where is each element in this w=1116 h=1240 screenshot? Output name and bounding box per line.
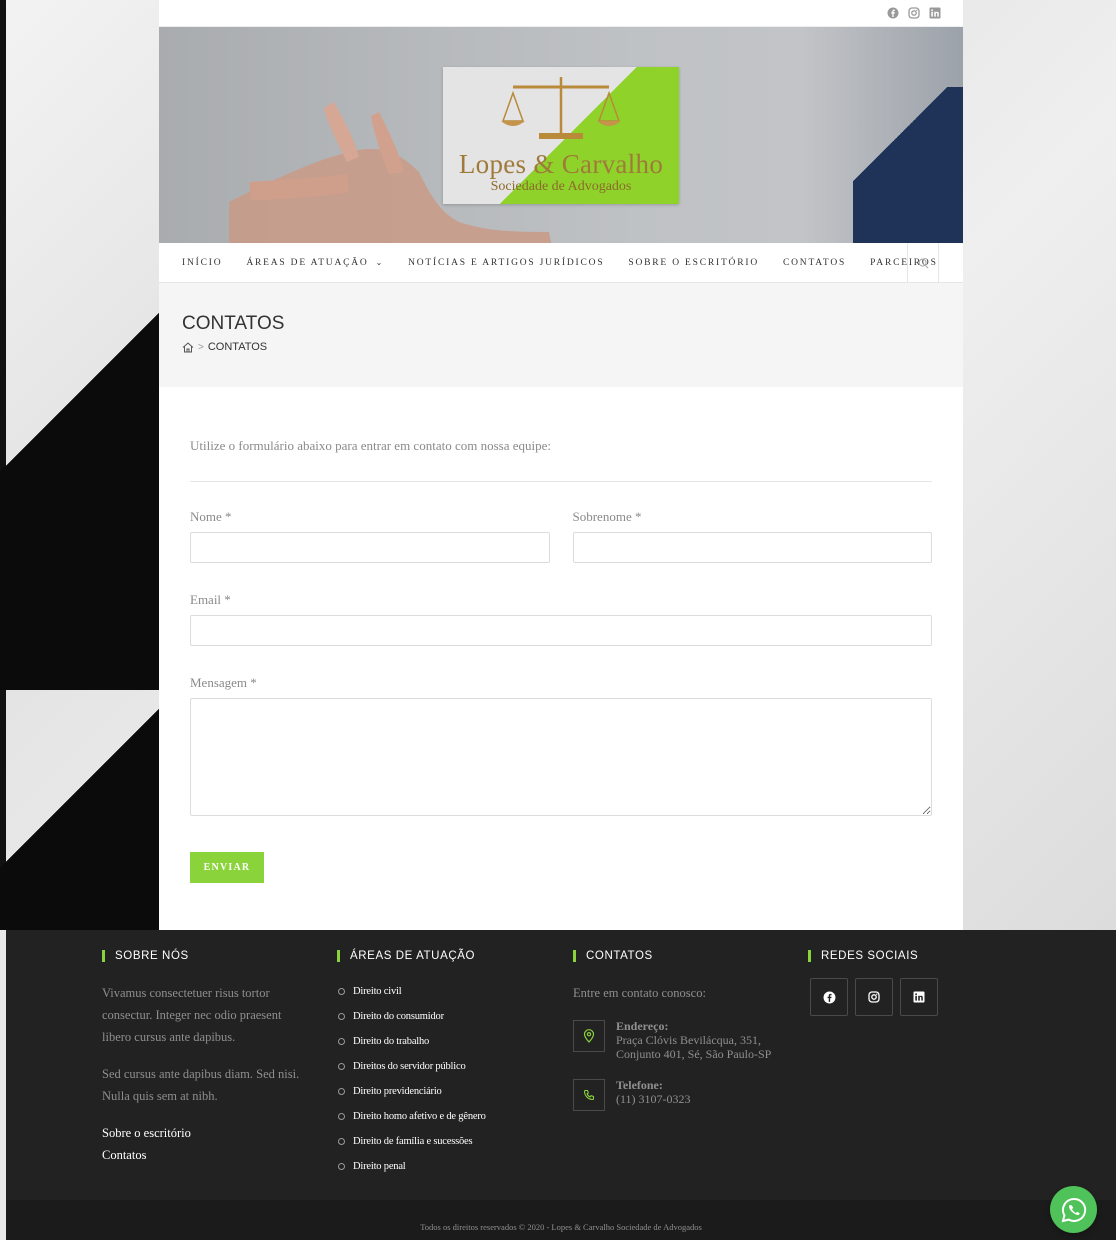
chevron-down-icon: ⌄ bbox=[375, 258, 385, 267]
circle-icon bbox=[338, 1063, 345, 1070]
circle-icon bbox=[338, 1113, 345, 1120]
list-item[interactable]: Direito de família e sucessões bbox=[337, 1129, 547, 1154]
area-link[interactable]: Direito previdenciário bbox=[353, 1086, 442, 1097]
list-item[interactable]: Direito do trabalho bbox=[337, 1029, 547, 1054]
footer-heading: REDES SOCIAIS bbox=[808, 950, 1008, 962]
footer-contacts: CONTATOS Entre em contato conosco: Ender… bbox=[573, 950, 803, 1111]
address-line: Praça Clóvis Bevilácqua, 351, bbox=[616, 1033, 761, 1047]
list-item[interactable]: Direito civil bbox=[337, 979, 547, 1004]
page-title: CONTATOS bbox=[182, 313, 285, 334]
nav-item-inicio[interactable]: INÍCIO bbox=[182, 258, 222, 268]
page-container: Lopes & Carvalho Sociedade de Advogados … bbox=[159, 0, 963, 930]
email-label: Email * bbox=[190, 592, 231, 607]
whatsapp-icon bbox=[1061, 1197, 1086, 1222]
circle-icon bbox=[338, 1138, 345, 1145]
list-item[interactable]: Direito do consumidor bbox=[337, 1004, 547, 1029]
instagram-icon[interactable] bbox=[907, 7, 920, 20]
page-header: CONTATOS > CONTATOS bbox=[159, 283, 963, 387]
nav-item-areas-label: ÁREAS DE ATUAÇÃO bbox=[246, 257, 369, 268]
footer-link-contatos[interactable]: Contatos bbox=[102, 1144, 312, 1166]
nav-item-noticias[interactable]: NOTÍCIAS E ARTIGOS JURÍDICOS bbox=[408, 258, 604, 268]
search-button[interactable] bbox=[907, 243, 939, 283]
list-item[interactable]: Direito penal bbox=[337, 1154, 547, 1179]
nav-item-areas[interactable]: ÁREAS DE ATUAÇÃO ⌄ bbox=[246, 258, 384, 268]
main-nav: INÍCIO ÁREAS DE ATUAÇÃO ⌄ NOTÍCIAS E ARTI… bbox=[159, 243, 963, 283]
circle-icon bbox=[338, 988, 345, 995]
first-name-field[interactable] bbox=[190, 532, 550, 563]
copyright-bar: Todos os direitos reservados © 2020 - Lo… bbox=[6, 1200, 1116, 1240]
message-label: Mensagem * bbox=[190, 675, 257, 690]
facebook-icon[interactable] bbox=[810, 978, 848, 1016]
list-item[interactable]: Direitos do servidor público bbox=[337, 1054, 547, 1079]
address-item: Endereço: Praça Clóvis Bevilácqua, 351, … bbox=[573, 1019, 803, 1061]
circle-icon bbox=[338, 1013, 345, 1020]
form-intro: Utilize o formulário abaixo para entrar … bbox=[190, 438, 551, 453]
list-item[interactable]: Direito previdenciário bbox=[337, 1079, 547, 1104]
divider bbox=[190, 481, 932, 482]
linkedin-icon[interactable] bbox=[928, 7, 941, 20]
nav-item-sobre[interactable]: SOBRE O ESCRITÓRIO bbox=[628, 258, 759, 268]
footer-social: REDES SOCIAIS bbox=[808, 950, 1008, 1016]
search-icon bbox=[918, 258, 928, 268]
phone-label: Telefone: bbox=[616, 1078, 663, 1092]
email-field[interactable] bbox=[190, 615, 932, 646]
footer-contacts-intro: Entre em contato conosco: bbox=[573, 986, 706, 1000]
area-link[interactable]: Direito homo afetivo e de gênero bbox=[353, 1111, 486, 1122]
top-bar bbox=[159, 0, 963, 27]
footer: SOBRE NÓS Vivamus consectetuer risus tor… bbox=[6, 930, 1116, 1200]
breadcrumb-separator: > bbox=[198, 341, 204, 353]
logo-subtitle: Sociedade de Advogados bbox=[490, 179, 632, 194]
area-link[interactable]: Direito civil bbox=[353, 986, 402, 997]
area-link[interactable]: Direito de família e sucessões bbox=[353, 1136, 473, 1147]
logo-brand: Lopes & Carvalho bbox=[458, 149, 664, 179]
area-link[interactable]: Direito do trabalho bbox=[353, 1036, 429, 1047]
contact-form: Utilize o formulário abaixo para entrar … bbox=[159, 438, 963, 883]
phone-item: Telefone: (11) 3107-0323 bbox=[573, 1078, 803, 1111]
footer-about-text: Sed cursus ante dapibus diam. Sed nisi. … bbox=[102, 1067, 300, 1103]
footer-about: SOBRE NÓS Vivamus consectetuer risus tor… bbox=[102, 950, 312, 1166]
footer-areas: ÁREAS DE ATUAÇÃO Direito civil Direito d… bbox=[337, 950, 547, 1179]
home-icon[interactable] bbox=[182, 341, 194, 353]
site-logo[interactable]: Lopes & Carvalho Sociedade de Advogados bbox=[443, 67, 679, 204]
background-shadow bbox=[0, 686, 160, 930]
nav-item-contatos[interactable]: CONTATOS bbox=[783, 258, 846, 268]
linkedin-icon[interactable] bbox=[900, 978, 938, 1016]
footer-heading: CONTATOS bbox=[573, 950, 803, 962]
last-name-field[interactable] bbox=[572, 532, 932, 563]
footer-link-sobre[interactable]: Sobre o escritório bbox=[102, 1122, 312, 1144]
breadcrumb: > CONTATOS bbox=[182, 341, 963, 353]
area-link[interactable]: Direito penal bbox=[353, 1161, 406, 1172]
instagram-icon[interactable] bbox=[855, 978, 893, 1016]
area-link[interactable]: Direitos do servidor público bbox=[353, 1061, 466, 1072]
hero-banner: Lopes & Carvalho Sociedade de Advogados bbox=[159, 27, 963, 243]
circle-icon bbox=[338, 1163, 345, 1170]
area-link[interactable]: Direito do consumidor bbox=[353, 1011, 444, 1022]
phone-number[interactable]: (11) 3107-0323 bbox=[616, 1092, 691, 1106]
last-name-label: Sobrenome * bbox=[572, 509, 642, 524]
copyright-text: Todos os direitos reservados © 2020 - Lo… bbox=[420, 1222, 702, 1232]
whatsapp-button[interactable] bbox=[1050, 1186, 1097, 1233]
scales-icon bbox=[501, 77, 621, 139]
address-label: Endereço: bbox=[616, 1019, 669, 1033]
background-shadow bbox=[0, 240, 160, 690]
message-field[interactable] bbox=[190, 698, 932, 816]
circle-icon bbox=[338, 1038, 345, 1045]
footer-about-text: Vivamus consectetuer risus tortor consec… bbox=[102, 986, 282, 1044]
circle-icon bbox=[338, 1088, 345, 1095]
send-button[interactable]: ENVIAR bbox=[190, 852, 264, 883]
facebook-icon[interactable] bbox=[886, 7, 899, 20]
list-item[interactable]: Direito homo afetivo e de gênero bbox=[337, 1104, 547, 1129]
location-icon bbox=[573, 1020, 605, 1052]
sleeve-image bbox=[853, 87, 963, 243]
first-name-label: Nome * bbox=[190, 509, 232, 524]
phone-icon bbox=[573, 1079, 605, 1111]
footer-heading: ÁREAS DE ATUAÇÃO bbox=[337, 950, 547, 962]
address-line: Conjunto 401, Sé, São Paulo-SP bbox=[616, 1047, 772, 1061]
footer-heading: SOBRE NÓS bbox=[102, 950, 312, 962]
breadcrumb-current: CONTATOS bbox=[207, 341, 268, 353]
